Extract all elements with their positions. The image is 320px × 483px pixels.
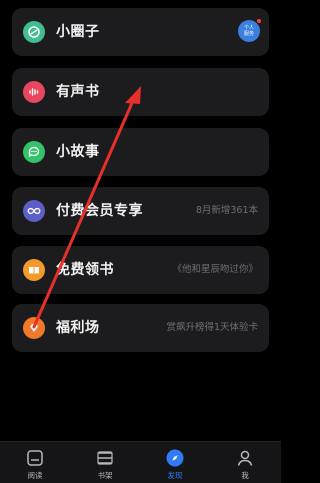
entry-label: 免费领书: [56, 262, 114, 278]
diamond-icon: [23, 317, 45, 339]
tab-label: 阅读: [27, 471, 43, 480]
entry-short-story[interactable]: 小故事: [12, 128, 269, 176]
chat-bubble-icon: [23, 141, 45, 163]
entry-label: 有声书: [56, 84, 100, 100]
tab-label: 我: [241, 471, 249, 480]
notification-dot: [256, 18, 262, 24]
entry-subtext: 赏飙升榜得1天体验卡: [166, 322, 258, 333]
tab-discover[interactable]: 发现: [140, 442, 210, 483]
tab-label: 书架: [97, 471, 113, 480]
bottom-tab-bar: 阅读 书架 发现 我: [0, 441, 281, 483]
open-book-icon: [23, 259, 45, 281]
tab-label: 发现: [167, 471, 183, 480]
tab-bookshelf[interactable]: 书架: [70, 442, 140, 483]
entry-label: 付费会员专享: [56, 203, 143, 219]
entry-audiobook[interactable]: 有声书: [12, 68, 269, 116]
entry-subtext: 8月新增361本: [195, 205, 258, 216]
entry-label: 小圈子: [56, 24, 100, 40]
avatar-text: 个人 服务: [243, 25, 254, 37]
entry-circle[interactable]: 小圈子 个人 服务: [12, 8, 269, 56]
tab-me[interactable]: 我: [210, 442, 280, 483]
compass-icon: [166, 449, 184, 467]
bookshelf-icon: [97, 451, 113, 465]
entry-label: 福利场: [56, 320, 100, 336]
audio-wave-icon: [23, 81, 45, 103]
entry-free-books[interactable]: 免费领书 《他和星辰吻过你》: [12, 246, 269, 294]
entry-welfare[interactable]: 福利场 赏飙升榜得1天体验卡: [12, 304, 269, 352]
infinity-icon: [23, 200, 45, 222]
entry-vip-exclusive[interactable]: 付费会员专享 8月新增361本: [12, 187, 269, 235]
tab-read[interactable]: 阅读: [0, 442, 70, 483]
read-icon: [27, 450, 43, 466]
user-icon: [237, 450, 253, 466]
circle-icon: [23, 21, 45, 43]
entry-label: 小故事: [56, 144, 100, 160]
entry-subtext: 《他和星辰吻过你》: [172, 264, 258, 275]
